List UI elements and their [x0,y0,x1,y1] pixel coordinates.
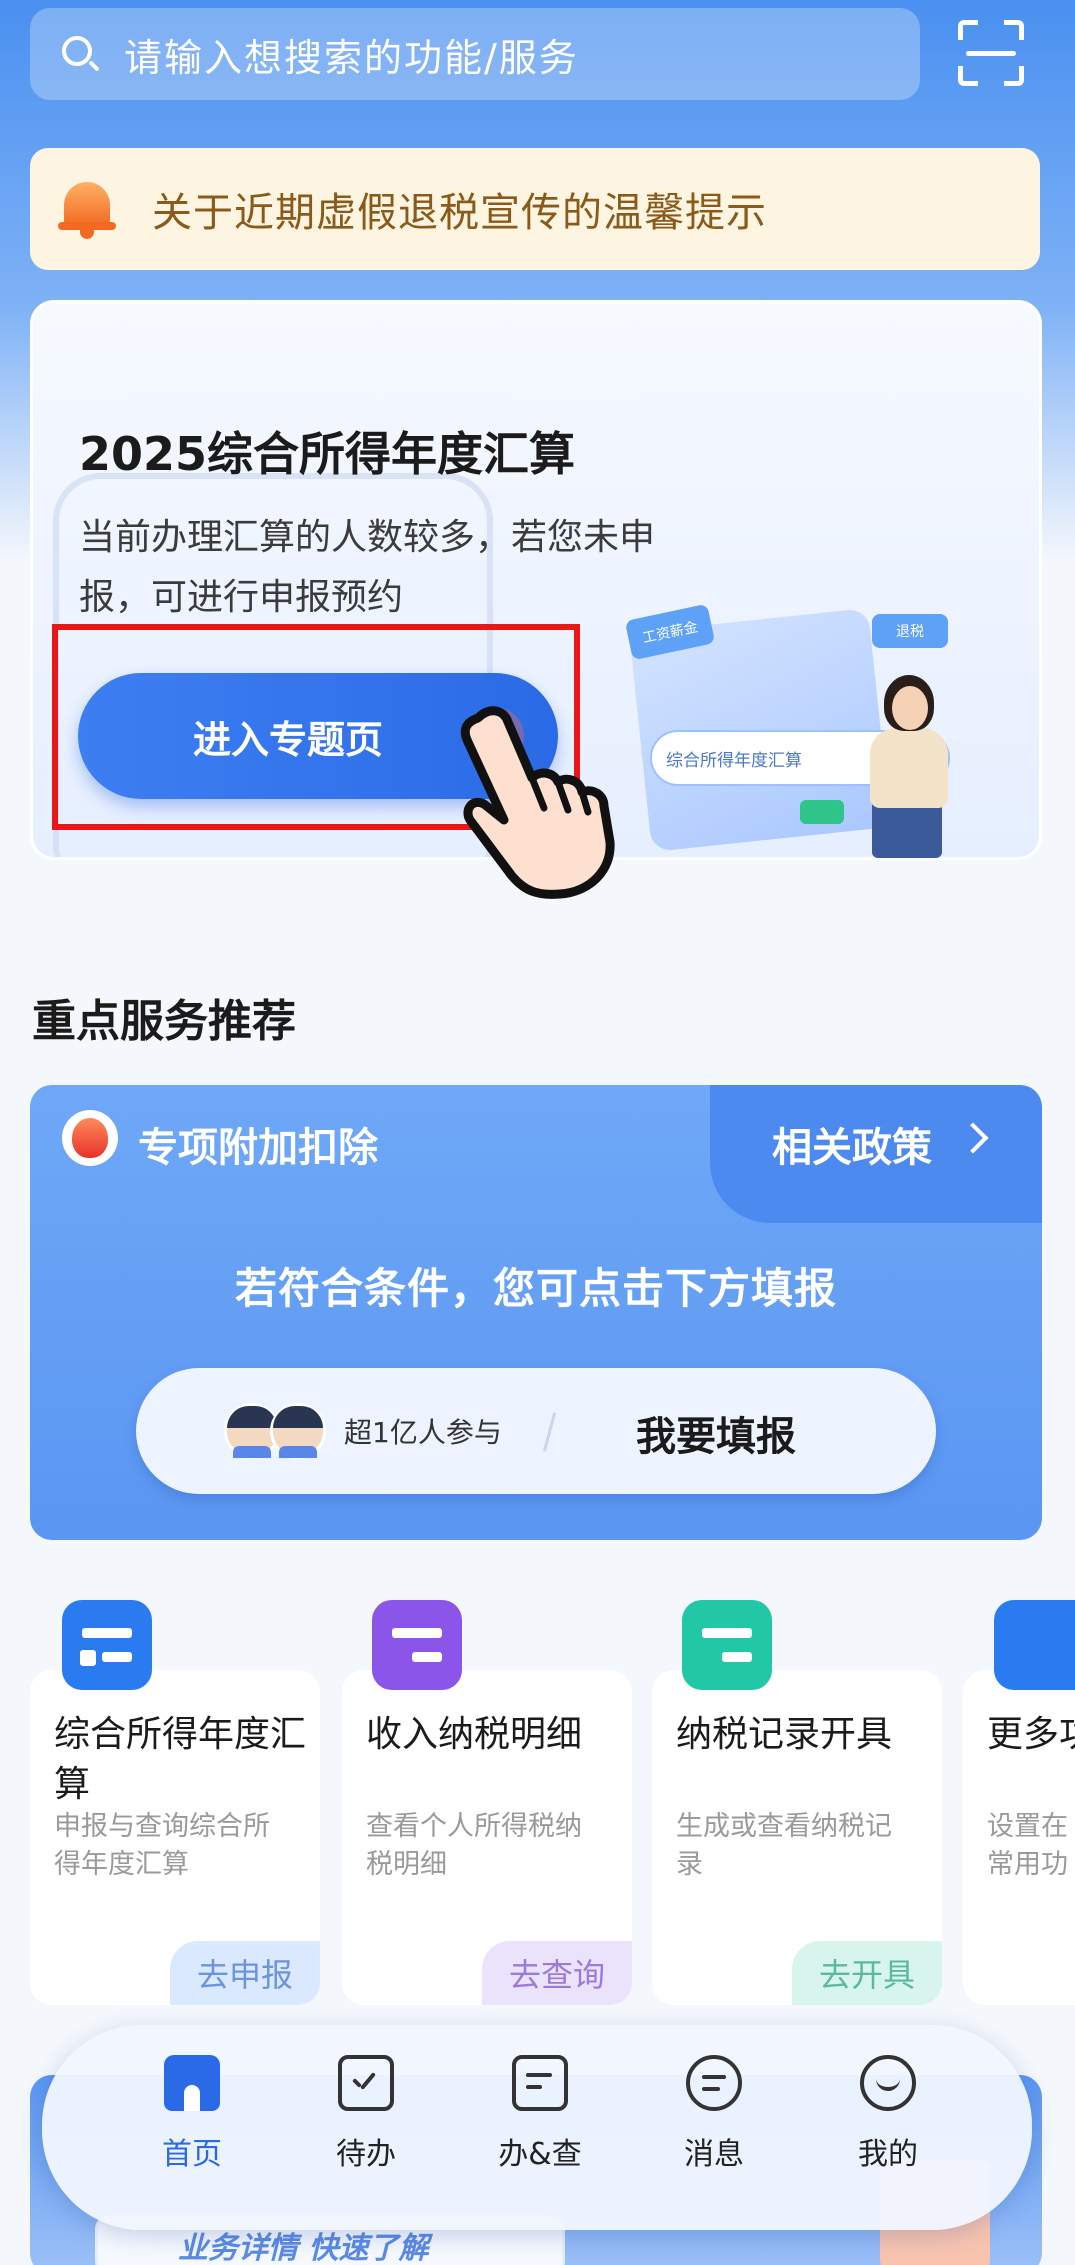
recommend-card: 专项附加扣除 相关政策 若符合条件，您可点击下方填报 超1亿人参与 我要填报 [30,1085,1042,1540]
tile-description: 查看个人所得税纳税明细 [366,1811,582,1880]
pointing-hand-icon [460,706,615,899]
nav-label: 我的 [858,2137,918,2172]
person-illustration-legs [872,800,942,858]
tile-title: 综合所得年度汇算 [54,1714,307,1805]
nav-handle-query[interactable]: 办&查 [480,2055,600,2195]
tile-action-button[interactable]: 去查询 [482,1941,632,2005]
related-policy-link[interactable]: 相关政策 [772,1115,932,1173]
service-tile-record[interactable]: 纳税记录开具 生成或查看纳税记录 去开具 [652,1670,942,2005]
fill-report-button[interactable]: 超1亿人参与 我要填报 [136,1368,936,1494]
avatar-female [270,1403,326,1459]
tile-description: 设置在常用功 [987,1811,1068,1880]
recommend-hint: 若符合条件，您可点击下方填报 [234,1264,837,1313]
nav-label: 办&查 [498,2137,582,2172]
notice-text: 关于近期虚假退税宣传的温馨提示 [152,190,767,236]
feature-description: 当前办理汇算的人数较多，若您未申报，可进行申报预约 [79,517,656,618]
tile-description: 生成或查看纳税记录 [676,1811,892,1880]
grid-icon [994,1600,1075,1690]
home-icon [164,2055,220,2111]
form-icon [62,1600,152,1690]
feature-title: 2025综合所得年度汇算 [79,427,576,481]
edit-doc-icon [512,2055,568,2111]
illustration-tag-refund: 退税 [872,614,948,648]
search-placeholder: 请输入想搜索的功能/服务 [124,35,579,80]
person-illustration-body [870,728,948,808]
bell-icon [52,174,122,244]
record-icon [682,1600,772,1690]
bottom-nav: 首页 待办 办&查 消息 我的 [42,2025,1032,2230]
service-tile-income[interactable]: 收入纳税明细 查看个人所得税纳税明细 去查询 [342,1670,632,2005]
service-tile-annual[interactable]: 综合所得年度汇算 申报与查询综合所得年度汇算 去申报 [30,1670,320,2005]
tile-title: 收入纳税明细 [366,1714,583,1755]
wallet-icon [372,1600,462,1690]
tile-title: 纳税记录开具 [676,1714,893,1755]
fire-icon [62,1110,118,1166]
nav-mine[interactable]: 我的 [828,2055,948,2195]
search-bar[interactable]: 请输入想搜索的功能/服务 [30,8,920,100]
participant-count: 超1亿人参与 [344,1416,502,1449]
recommend-title: 专项附加扣除 [138,1125,378,1171]
nav-messages[interactable]: 消息 [654,2055,774,2195]
section-title: 重点服务推荐 [32,996,296,1047]
service-tile-more[interactable]: 更多功 设置在常用功 [963,1670,1075,2005]
smile-icon [860,2055,916,2111]
nav-label: 首页 [162,2137,222,2172]
nav-todo[interactable]: 待办 [306,2055,426,2195]
tile-title: 更多功 [987,1714,1075,1755]
scan-icon[interactable] [958,20,1024,86]
tile-action-button[interactable]: 去开具 [792,1941,942,2005]
divider [542,1412,557,1452]
notice-banner[interactable]: 关于近期虚假退税宣传的温馨提示 [30,148,1040,270]
search-icon [60,34,100,74]
tile-action-button[interactable]: 去申报 [170,1941,320,2005]
tile-description: 申报与查询综合所得年度汇算 [54,1811,270,1880]
calendar-check-icon [338,2055,394,2111]
person-illustration-face [892,686,928,730]
nav-label: 待办 [336,2137,396,2172]
message-icon [686,2055,742,2111]
fill-report-label: 我要填报 [636,1414,796,1460]
nav-label: 消息 [684,2137,744,2172]
illustration-tag-green [800,800,844,824]
nav-home[interactable]: 首页 [132,2055,252,2195]
